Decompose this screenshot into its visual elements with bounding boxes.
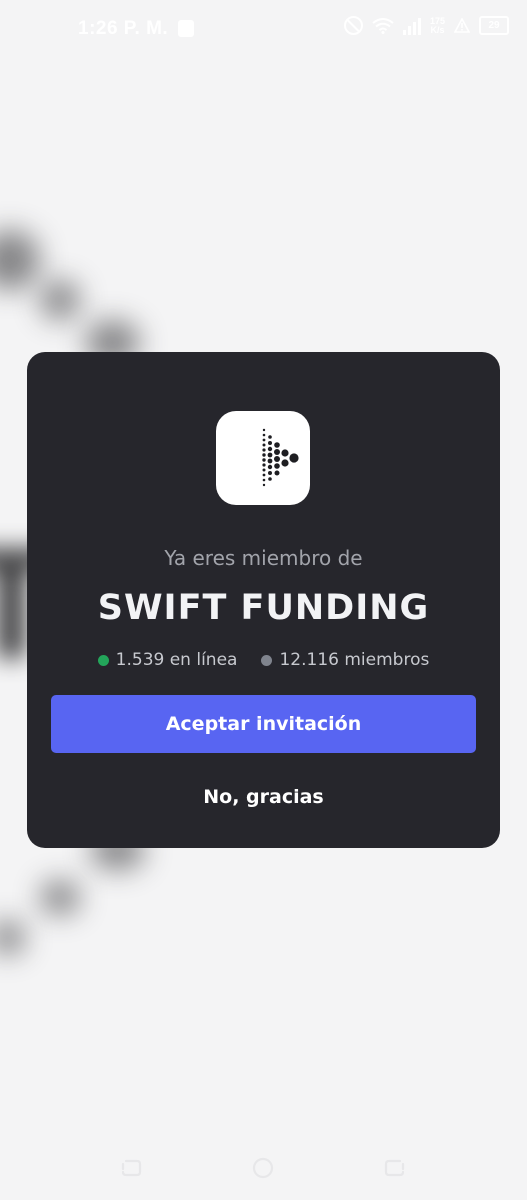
navigation-bar bbox=[0, 1136, 527, 1200]
signal-icon bbox=[402, 17, 421, 35]
background-blur-shape bbox=[0, 230, 40, 290]
decline-button[interactable]: No, gracias bbox=[51, 772, 476, 822]
do-not-disturb-icon bbox=[343, 16, 363, 35]
home-icon[interactable] bbox=[250, 1156, 276, 1180]
status-icons: 175 K/s 29 bbox=[343, 16, 509, 35]
member-count-label: 12.116 miembros bbox=[279, 650, 430, 670]
accept-invite-button[interactable]: Aceptar invitación bbox=[51, 695, 476, 753]
network-speed-unit: K/s bbox=[430, 24, 445, 35]
background-blur-shape bbox=[0, 920, 25, 955]
notification-app-icon bbox=[178, 20, 194, 37]
background-blur-shape bbox=[40, 880, 80, 915]
server-stats: 1.539 en línea 12.116 miembros bbox=[27, 650, 500, 670]
recent-apps-icon[interactable] bbox=[382, 1156, 408, 1180]
network-speed: 175 K/s bbox=[430, 16, 445, 35]
alert-icon bbox=[454, 18, 470, 33]
battery-icon: 29 bbox=[479, 16, 509, 35]
logo-graphic bbox=[262, 428, 299, 487]
server-name: SWIFT FUNDING bbox=[97, 588, 430, 628]
online-count-label: 1.539 en línea bbox=[115, 650, 238, 670]
online-count: 1.539 en línea bbox=[97, 650, 238, 670]
background-blur-shape bbox=[40, 280, 80, 320]
dialog-subtitle: Ya eres miembro de bbox=[164, 546, 363, 570]
online-dot-icon bbox=[97, 654, 109, 666]
back-icon[interactable] bbox=[118, 1156, 144, 1180]
invite-dialog: Ya eres miembro de SWIFT FUNDING 1.539 e… bbox=[27, 352, 500, 848]
members-dot-icon bbox=[261, 654, 273, 666]
member-count: 12.116 miembros bbox=[261, 650, 429, 670]
status-bar: 1:26 P. M. 175 K/s 29 bbox=[0, 0, 527, 60]
swift-funding-logo-icon bbox=[216, 411, 310, 505]
status-time: 1:26 P. M. bbox=[78, 18, 169, 39]
wifi-icon bbox=[372, 17, 394, 34]
